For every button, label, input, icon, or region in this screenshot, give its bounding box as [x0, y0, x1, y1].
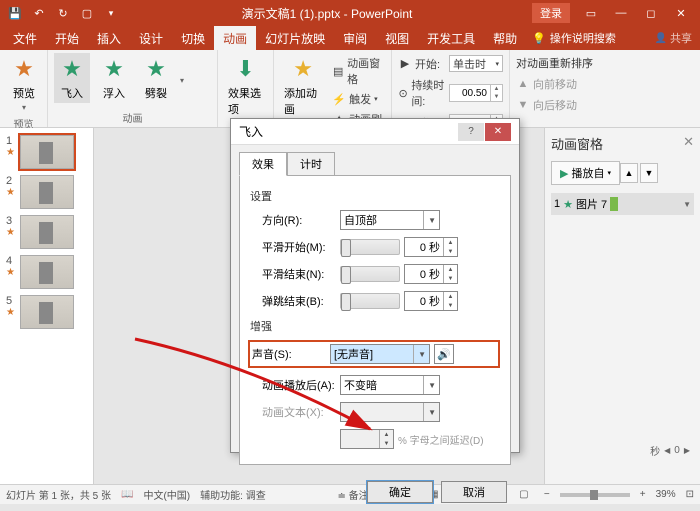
thumbnail-2[interactable]: 2★	[0, 172, 93, 212]
zoom-in-icon[interactable]: +	[640, 489, 646, 500]
smooth-end-slider[interactable]	[340, 266, 400, 282]
thumbnail-4[interactable]: 4★	[0, 252, 93, 292]
share-button[interactable]: 👤 共享	[646, 26, 700, 50]
qat-more-icon[interactable]: ▾	[100, 2, 122, 24]
dialog-tab-effect[interactable]: 效果	[239, 152, 287, 176]
thumbnail-1[interactable]: 1★	[0, 132, 93, 172]
dialog-close-icon[interactable]: ✕	[485, 123, 511, 141]
maximize-icon[interactable]: ◻	[636, 1, 666, 25]
anim-flyin[interactable]: ★飞入	[54, 53, 90, 103]
zoom-level[interactable]: 39%	[656, 489, 676, 500]
tab-view[interactable]: 视图	[376, 26, 418, 50]
zoom-slider[interactable]	[560, 493, 630, 497]
smooth-end-spinner[interactable]: ▲▼	[404, 264, 458, 284]
duration-bar	[610, 197, 618, 211]
move-up-button[interactable]: ▲	[620, 163, 638, 183]
item-dropdown-icon[interactable]: ▼	[683, 200, 691, 209]
anim-text-dropdown: ▼	[340, 402, 440, 422]
tab-file[interactable]: 文件	[4, 26, 46, 50]
sound-dropdown[interactable]: [无声音]▼	[330, 344, 430, 364]
dialog-title: 飞入	[239, 123, 263, 140]
ribbon: ★预览▾ 预览 ★飞入 ★浮入 ★劈裂 ▾ 动画 ⬇效果选项▾ ★添加动画▾ ▤…	[0, 50, 700, 128]
login-button[interactable]: 登录	[532, 3, 570, 23]
start-slideshow-icon[interactable]: ▢	[76, 2, 98, 24]
slide-count: 幻灯片 第 1 张，共 5 张	[6, 487, 111, 502]
timeline-prev-icon[interactable]: ◀	[664, 446, 670, 455]
app-title: 演示文稿1 (1).pptx - PowerPoint	[122, 5, 532, 22]
tellme-search[interactable]: 💡 操作说明搜索	[526, 26, 622, 50]
timeline-next-icon[interactable]: ▶	[684, 446, 690, 455]
flyin-dialog: 飞入 ? ✕ 效果 计时 设置 方向(R):自顶部▼ 平滑开始(M):▲▼ 平滑…	[230, 118, 520, 453]
smooth-start-slider[interactable]	[340, 239, 400, 255]
zoom-out-icon[interactable]: −	[544, 489, 550, 500]
preview-button[interactable]: ★预览▾	[6, 53, 42, 114]
tab-design[interactable]: 设计	[130, 26, 172, 50]
animpane-title: 动画窗格	[551, 137, 603, 152]
anim-item-1[interactable]: 1 ★ 图片 7 ▼	[551, 193, 694, 215]
smooth-start-spinner[interactable]: ▲▼	[404, 237, 458, 257]
play-from-button[interactable]: ▶播放自▾	[551, 161, 620, 185]
bounce-end-slider[interactable]	[340, 293, 400, 309]
cancel-button[interactable]: 取消	[441, 481, 507, 503]
anim-floatin[interactable]: ★浮入	[96, 53, 132, 103]
animation-pane-button[interactable]: ▤动画窗格	[332, 55, 385, 87]
ok-button[interactable]: 确定	[367, 481, 433, 503]
letter-delay-spinner: ▲▼	[340, 429, 394, 449]
move-before-button[interactable]: ▲向前移动	[516, 76, 593, 92]
language[interactable]: 中文(中国)	[143, 487, 190, 502]
reorder-label: 对动画重新排序	[516, 55, 593, 71]
ribbon-options-icon[interactable]: ▭	[576, 1, 606, 25]
move-down-button[interactable]: ▼	[640, 163, 658, 183]
slide-thumbnails: 1★ 2★ 3★ 4★ 5★	[0, 128, 94, 484]
menubar: 文件 开始 插入 设计 切换 动画 幻灯片放映 审阅 视图 开发工具 帮助 💡 …	[0, 26, 700, 50]
dialog-tab-timing[interactable]: 计时	[287, 152, 335, 176]
minimize-icon[interactable]: ―	[606, 1, 636, 25]
animpane-close-icon[interactable]: ✕	[683, 134, 694, 150]
tab-transitions[interactable]: 切换	[172, 26, 214, 50]
move-after-button[interactable]: ▼向后移动	[516, 97, 593, 113]
fit-window-icon[interactable]: ⊡	[686, 489, 694, 500]
spellcheck-icon[interactable]: 📖	[121, 489, 133, 500]
tab-review[interactable]: 审阅	[334, 26, 376, 50]
star-icon: ★	[563, 198, 573, 211]
anim-split[interactable]: ★劈裂	[138, 53, 174, 103]
tab-help[interactable]: 帮助	[484, 26, 526, 50]
settings-section: 设置	[250, 188, 500, 204]
bulb-icon: 💡	[532, 32, 546, 45]
start-dropdown[interactable]: 单击时▾	[449, 55, 503, 72]
tab-devtools[interactable]: 开发工具	[418, 26, 484, 50]
start-icon: ▶	[398, 57, 412, 70]
animation-pane: 动画窗格✕ ▶播放自▾ ▲▼ 1 ★ 图片 7 ▼ 秒 ◀ 0 ▶	[544, 128, 700, 484]
dialog-help-icon[interactable]: ?	[458, 123, 484, 141]
after-anim-dropdown[interactable]: 不变暗▼	[340, 375, 440, 395]
tab-home[interactable]: 开始	[46, 26, 88, 50]
duration-icon: ⊙	[398, 87, 408, 100]
undo-icon[interactable]: ↶	[28, 2, 50, 24]
tab-animations[interactable]: 动画	[214, 26, 256, 50]
direction-dropdown[interactable]: 自顶部▼	[340, 210, 440, 230]
save-icon[interactable]: 💾	[4, 2, 26, 24]
thumbnail-3[interactable]: 3★	[0, 212, 93, 252]
thumbnail-5[interactable]: 5★	[0, 292, 93, 332]
enhance-section: 增强	[250, 318, 500, 334]
redo-icon[interactable]: ↻	[52, 2, 74, 24]
close-icon[interactable]: ✕	[666, 1, 696, 25]
bounce-end-spinner[interactable]: ▲▼	[404, 291, 458, 311]
titlebar: 💾 ↶ ↻ ▢ ▾ 演示文稿1 (1).pptx - PowerPoint 登录…	[0, 0, 700, 26]
tab-slideshow[interactable]: 幻灯片放映	[256, 26, 334, 50]
duration-spinner[interactable]: ▲▼	[449, 84, 503, 102]
tab-insert[interactable]: 插入	[88, 26, 130, 50]
volume-icon[interactable]: 🔊	[434, 344, 454, 364]
trigger-button[interactable]: ⚡触发▾	[332, 91, 385, 107]
